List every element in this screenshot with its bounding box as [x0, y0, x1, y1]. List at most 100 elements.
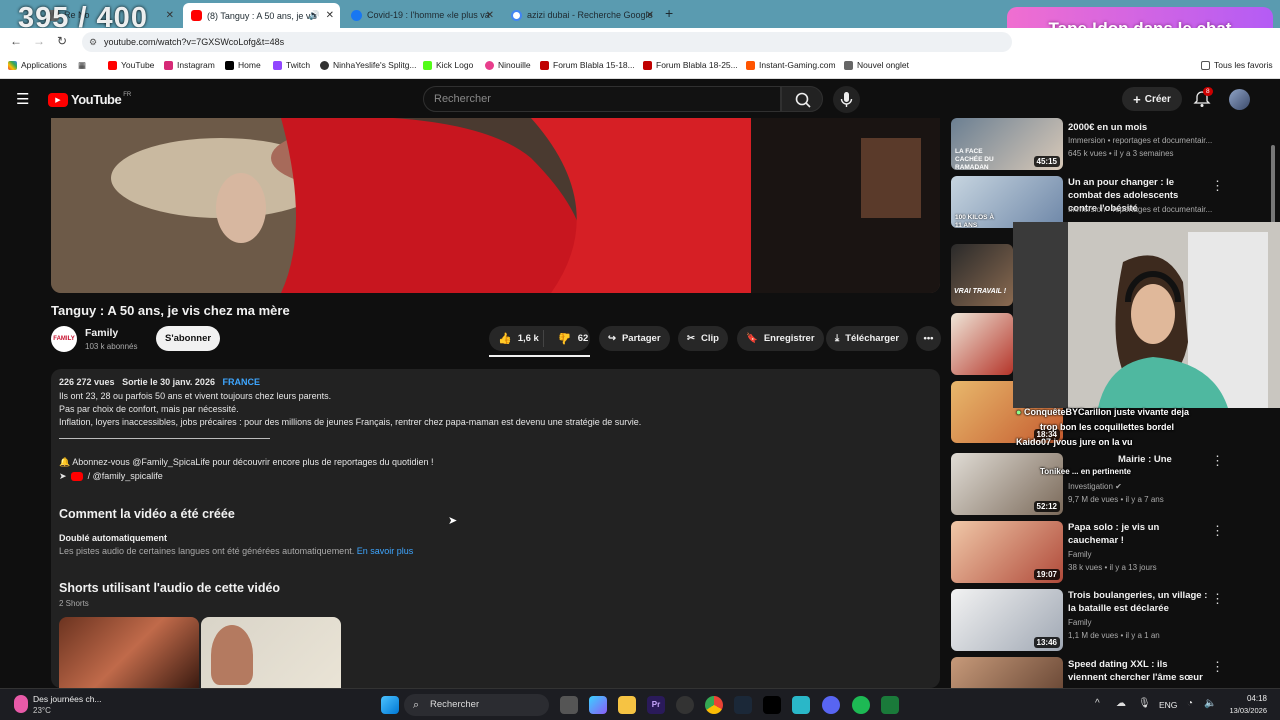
close-icon[interactable]: ✕	[646, 10, 654, 21]
short-thumbnail[interactable]	[201, 617, 341, 688]
mic-button[interactable]	[833, 86, 860, 113]
country-tag[interactable]: FRANCE	[222, 377, 260, 387]
windows-start-icon[interactable]	[381, 696, 399, 714]
channel-name[interactable]: Family	[85, 327, 118, 339]
channel-link[interactable]: / @family_spicalife	[88, 471, 163, 481]
bookmark-instagram[interactable]: Instagram	[164, 60, 215, 70]
notification-badge: 8	[1203, 87, 1213, 96]
chevron-up-icon[interactable]: ^	[1095, 698, 1100, 709]
bookmark-new-tab[interactable]: Nouvel onglet	[844, 60, 909, 70]
learn-more-link[interactable]: En savoir plus	[357, 546, 414, 556]
close-icon[interactable]: ✕	[166, 10, 174, 21]
close-icon[interactable]: ✕	[486, 10, 494, 21]
file-explorer-icon[interactable]	[618, 696, 636, 714]
recommendation-item[interactable]: 100 KILOS À 11 ANS Un an pour changer : …	[951, 176, 1271, 228]
bookmark-forum-18-25[interactable]: Forum Blabla 18-25...	[643, 60, 738, 70]
cloud-icon[interactable]: ☁	[1116, 698, 1126, 709]
speaker-icon[interactable]: 🔊	[309, 10, 320, 21]
site-info-icon[interactable]: ⚙	[89, 32, 97, 52]
subscribe-button[interactable]: S'abonner	[156, 326, 221, 351]
bookmark-applications[interactable]: Applications	[8, 60, 67, 70]
more-actions-button[interactable]: •••	[916, 326, 941, 351]
notifications-button[interactable]: 8	[1193, 87, 1213, 113]
dislike-button[interactable]: 👍 62	[550, 332, 588, 345]
spotify-icon[interactable]	[852, 696, 870, 714]
chat-message: ● ConquêteBYCarillon juste vivante deja	[1016, 407, 1189, 417]
steam-icon[interactable]	[734, 696, 752, 714]
recommendation-item[interactable]: Speed dating XXL : ils viennent chercher…	[951, 657, 1271, 688]
menu-icon[interactable]: ☰	[16, 90, 29, 108]
clock-time[interactable]: 04:18	[1227, 694, 1267, 703]
instant-gaming-icon	[746, 60, 755, 70]
clock-date[interactable]: 13/03/2026	[1223, 706, 1267, 715]
video-player[interactable]	[51, 118, 940, 293]
bookmark-twitch[interactable]: Twitch	[273, 60, 310, 70]
tab-4[interactable]: azizi dubai - Recherche Google ✕	[503, 4, 660, 26]
more-vert-icon[interactable]: ⋮	[1211, 659, 1224, 675]
bookmark-youtube[interactable]: YouTube	[108, 60, 154, 70]
like-button[interactable]: 👍 1,6 k	[489, 330, 544, 347]
tab-3[interactable]: Covid-19 : l'homme «le plus va ✕	[343, 4, 500, 26]
reload-icon[interactable]: ↻	[57, 34, 67, 48]
share-button[interactable]: ↪ Partager	[599, 326, 670, 351]
short-thumbnail[interactable]	[59, 617, 199, 688]
save-button[interactable]: 🔖 Enregistrer	[737, 326, 824, 351]
weather-title[interactable]: Des journées ch...	[33, 694, 102, 704]
bookmark-kick[interactable]: Kick Logo	[423, 60, 473, 70]
app-icon[interactable]	[792, 696, 810, 714]
discord-icon[interactable]	[822, 696, 840, 714]
more-vert-icon[interactable]: ⋮	[1211, 591, 1224, 607]
x-icon	[225, 60, 234, 70]
video-thumbnail	[951, 313, 1013, 375]
bookmark-ninouille[interactable]: Ninouille	[485, 60, 531, 70]
video-thumbnail	[951, 657, 1063, 688]
instagram-icon	[164, 60, 173, 70]
bookmark-forum-15-18[interactable]: Forum Blabla 15-18...	[540, 60, 635, 70]
new-tab-icon[interactable]: +	[665, 5, 673, 21]
mic-icon[interactable]: 🎙	[1138, 698, 1151, 709]
create-button[interactable]: + Créer	[1122, 87, 1182, 111]
all-bookmarks[interactable]: Tous les favoris	[1201, 60, 1273, 70]
bookmark-label: Forum Blabla 15-18...	[553, 60, 635, 70]
search-input[interactable]: Rechercher	[423, 86, 781, 112]
tab-2[interactable]: (8) Tanguy : A 50 ans, je vis 🔊 ✕	[183, 3, 340, 28]
more-vert-icon[interactable]: ⋮	[1211, 523, 1224, 539]
language-indicator[interactable]: ENG	[1159, 700, 1177, 710]
recommendation-item[interactable]: LA FACE CACHÉE DU RAMADAN 45:15 2000€ en…	[951, 118, 1271, 170]
bookmark-label: NinhaYeslife's Splitg...	[333, 60, 417, 70]
bookmark-home[interactable]: Home	[225, 60, 261, 70]
recommendation-item[interactable]: 52:12 Mairie : Une Investigation ✔ 9,7 M…	[951, 453, 1271, 515]
wifi-icon[interactable]: ◔	[1187, 698, 1193, 709]
obs-icon[interactable]	[676, 696, 694, 714]
recommendation-item[interactable]: 13:46 Trois boulangeries, un village : l…	[951, 589, 1271, 651]
bookmark-label: Ninouille	[498, 60, 531, 70]
more-vert-icon[interactable]: ⋮	[1211, 453, 1224, 469]
back-icon[interactable]: ←	[10, 34, 22, 48]
taskbar-search[interactable]: ⌕ Rechercher	[404, 694, 549, 716]
search-button[interactable]	[781, 86, 823, 112]
bookmark-instant-gaming[interactable]: Instant-Gaming.com	[746, 60, 836, 70]
chrome-icon[interactable]	[705, 696, 723, 714]
volume-icon[interactable]: 🔈	[1204, 698, 1216, 709]
premiere-icon[interactable]: Pr	[647, 696, 665, 714]
bookmark-label: Home	[238, 60, 261, 70]
close-icon[interactable]: ✕	[326, 10, 334, 21]
avatar[interactable]	[1229, 89, 1250, 110]
task-view-icon[interactable]	[560, 696, 578, 714]
sidebar-scrollbar[interactable]	[1271, 145, 1275, 225]
grid-icon[interactable]: ▦	[78, 60, 86, 71]
clip-button[interactable]: ✂ Clip	[678, 326, 728, 351]
arrow-icon: ➤	[59, 471, 67, 481]
more-vert-icon[interactable]: ⋮	[1211, 178, 1224, 194]
download-button[interactable]: ⤓ Télécharger	[826, 326, 909, 351]
recommendation-item[interactable]: 19:07 Papa solo : je vis un cauchemar ! …	[951, 521, 1271, 583]
tiktok-icon[interactable]	[763, 696, 781, 714]
app-icon[interactable]	[881, 696, 899, 714]
youtube-logo[interactable]: ▶ YouTube FR	[48, 92, 131, 107]
chat-text: ConquêteBYCarillon juste vivante deja	[1023, 407, 1189, 417]
copilot-icon[interactable]	[589, 696, 607, 714]
channel-avatar[interactable]: FAMILY	[51, 326, 77, 352]
forward-icon[interactable]: →	[33, 34, 45, 48]
bookmark-splitgate[interactable]: NinhaYeslife's Splitg...	[320, 60, 417, 70]
url-field[interactable]: ⚙ youtube.com/watch?v=7GXSWcoLofg&t=48s	[82, 32, 1012, 52]
